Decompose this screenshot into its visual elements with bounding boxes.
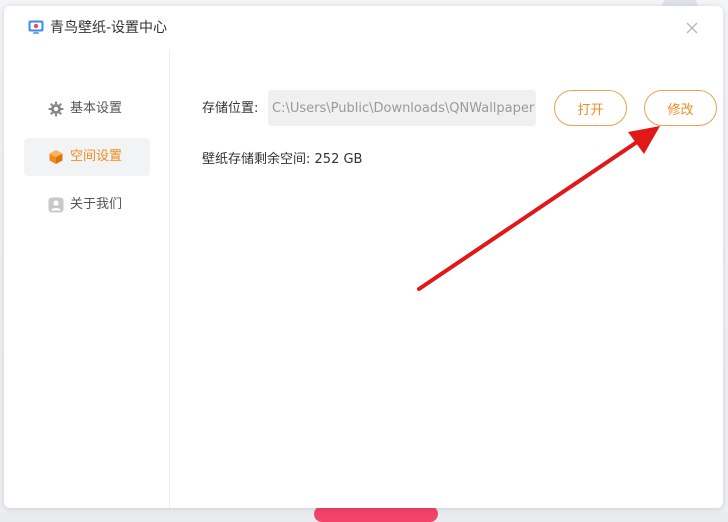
settings-sidebar: 基本设置 空间设置 关于我们 — [4, 50, 170, 508]
free-space-value: 252 GB — [314, 152, 363, 167]
sidebar-item-label: 基本设置 — [70, 101, 123, 116]
sidebar-item-space-settings[interactable]: 空间设置 — [24, 138, 150, 176]
space-settings-panel: 存储位置: 打开 修改 壁纸存储剩余空间: 252 GB — [170, 50, 723, 508]
cube-icon — [49, 150, 63, 164]
sidebar-item-basic-settings[interactable]: 基本设置 — [24, 90, 150, 128]
gear-icon — [48, 101, 64, 117]
background-pink-button — [314, 506, 438, 522]
storage-location-label: 存储位置: — [202, 101, 259, 116]
title-bar: 青鸟壁纸-设置中心 — [4, 6, 723, 50]
sidebar-item-about-us[interactable]: 关于我们 — [24, 186, 150, 224]
app-logo-icon — [28, 20, 44, 34]
sidebar-item-label: 关于我们 — [70, 197, 123, 212]
window-title: 青鸟壁纸-设置中心 — [50, 20, 168, 36]
open-folder-button[interactable]: 打开 — [554, 90, 627, 126]
free-space-row: 壁纸存储剩余空间: 252 GB — [202, 151, 362, 169]
storage-path-field[interactable] — [268, 90, 536, 126]
modify-path-button[interactable]: 修改 — [644, 90, 717, 126]
sidebar-item-label: 空间设置 — [70, 149, 123, 164]
free-space-label: 壁纸存储剩余空间: — [202, 152, 311, 167]
close-icon[interactable] — [682, 18, 702, 38]
settings-window: 青鸟壁纸-设置中心 基本设置 空间设置 关于我们 存储位置: C:\Users\… — [4, 6, 723, 508]
user-icon — [48, 197, 64, 213]
